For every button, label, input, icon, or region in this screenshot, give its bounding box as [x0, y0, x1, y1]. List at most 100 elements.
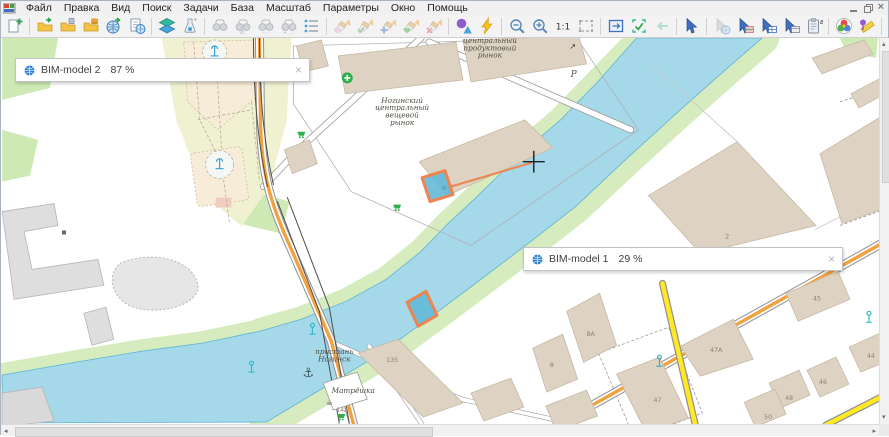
toolbar-list-button[interactable]: [300, 16, 323, 37]
menu-item-9[interactable]: Окно: [385, 1, 421, 15]
building-number: 135: [386, 357, 398, 364]
toolbar-torch-check-button: [353, 16, 376, 37]
toolbar-separator: [448, 18, 449, 35]
scroll-down-icon[interactable]: ▾: [882, 414, 886, 421]
menu-item-4[interactable]: Поиск: [136, 1, 177, 15]
toolbar-cursor-map-button[interactable]: [733, 16, 756, 37]
toolbar-bolt-button[interactable]: [475, 16, 498, 37]
toolbar-cursor-button[interactable]: [680, 16, 703, 37]
svg-text:a: a: [240, 29, 244, 35]
menu-item-1[interactable]: Файл: [20, 1, 58, 15]
svg-text:1:1: 1:1: [555, 23, 569, 33]
toolbar-legend-flask-button[interactable]: *: [178, 16, 201, 37]
toolbar-open-db-button[interactable]: [79, 16, 102, 37]
toolbar-separator: [881, 18, 882, 35]
building-number: 46: [819, 379, 827, 386]
toolbar-route-measure-button[interactable]: [855, 16, 878, 37]
toolbar-separator: [151, 18, 152, 35]
anchor-icon: ⚓: [303, 366, 315, 381]
toolbar-zoom-in-button[interactable]: [528, 16, 551, 37]
toolbar-torch-area-button: [330, 16, 353, 37]
toolbar-separator: [204, 18, 205, 35]
toolbar-separator: [600, 18, 601, 35]
toolbar-open-folder-button[interactable]: [33, 16, 56, 37]
toolbar-teal-back-button: [650, 16, 673, 37]
progress-toast-bim-model-2[interactable]: BIM-model 2 87 % ×: [15, 58, 310, 82]
map-canvas[interactable]: ⚓ ☕ ↗ центральныйпродуктовыйрынокНогинск…: [1, 38, 889, 424]
toolbar-binoculars-dots-button: …: [254, 16, 277, 37]
building-number: 8А: [586, 331, 595, 338]
scroll-left-icon[interactable]: ◂: [4, 428, 8, 435]
toolbar-teal-check-button[interactable]: [627, 16, 650, 37]
menu-item-7[interactable]: Масштаб: [260, 1, 317, 15]
toolbar-binoculars-button: [208, 16, 231, 37]
gis-application-window: { "menu": { "items": ["Файл","Правка","В…: [0, 0, 889, 435]
building-number: 8: [550, 362, 554, 369]
progress-toast-bim-model-1[interactable]: BIM-model 1 29 % ×: [523, 247, 843, 271]
building-number: 2: [725, 233, 729, 240]
toolbar-shapes-button[interactable]: [452, 16, 475, 37]
toolbar-print-button[interactable]: [885, 16, 889, 37]
menu-item-6[interactable]: База: [225, 1, 260, 15]
toast-progress: 29 %: [619, 253, 643, 265]
horizontal-scroll-thumb[interactable]: [15, 427, 433, 437]
restore-icon[interactable]: [864, 4, 871, 11]
building-number: 48: [785, 395, 793, 402]
close-icon[interactable]: ×: [295, 64, 302, 76]
toolbar-layers-button[interactable]: [155, 16, 178, 37]
menu-item-3[interactable]: Вид: [105, 1, 136, 15]
vertical-scroll-thumb[interactable]: [882, 51, 889, 183]
direction-arrow-icon: ↗: [569, 42, 576, 51]
building-number: 47А: [710, 347, 723, 354]
svg-text:*: *: [194, 18, 197, 25]
cafe-icon: ☕: [326, 398, 333, 407]
toolbar-fit-frame-button[interactable]: [604, 16, 627, 37]
toolbar-doc-globe-button[interactable]: [125, 16, 148, 37]
map-label-3: пристаньНогинск: [315, 347, 353, 363]
menu-item-8[interactable]: Параметры: [317, 1, 385, 15]
main-toolbar: * a … ‥ 1:1 a: [1, 15, 888, 38]
menu-item-10[interactable]: Помощь: [421, 1, 474, 15]
minimize-icon[interactable]: [850, 3, 857, 12]
toolbar-binoculars-a-button: a: [231, 16, 254, 37]
toolbar-cursor-globe-button: [710, 16, 733, 37]
toolbar-zoom-out-button[interactable]: [505, 16, 528, 37]
toolbar-globe-open-button[interactable]: [102, 16, 125, 37]
globe-icon: [532, 254, 543, 265]
horizontal-scrollbar[interactable]: ◂ ▸: [1, 424, 879, 436]
toolbar-cursor-table-button[interactable]: [756, 16, 779, 37]
svg-text:…: …: [262, 28, 269, 35]
scroll-up-icon[interactable]: ▴: [882, 41, 886, 48]
toolbar-one-to-one-button[interactable]: 1:1: [551, 16, 574, 37]
svg-text:a: a: [820, 19, 823, 26]
toolbar-color-wheel-button[interactable]: [832, 16, 855, 37]
toolbar-cursor-panel-button[interactable]: [779, 16, 802, 37]
toolbar-frame-button[interactable]: [574, 16, 597, 37]
building-number: 45: [813, 295, 821, 302]
toolbar-binoculars-select-button: ‥: [277, 16, 300, 37]
menu-item-2[interactable]: Правка: [58, 1, 105, 15]
toast-progress: 87 %: [111, 64, 135, 76]
building-number: 44: [867, 353, 875, 360]
toolbar-open-block-button[interactable]: [56, 16, 79, 37]
parking-label: Р: [570, 70, 578, 80]
globe-icon: [24, 65, 35, 76]
scroll-right-icon[interactable]: ▸: [872, 428, 876, 435]
svg-text:‥: ‥: [288, 30, 292, 35]
toolbar-torch-heart-button: [399, 16, 422, 37]
menu-item-5[interactable]: Задачи: [177, 1, 224, 15]
toolbar-separator: [501, 18, 502, 35]
toolbar-new-doc-button[interactable]: [3, 16, 26, 37]
close-icon[interactable]: ×: [878, 4, 884, 11]
building-number: 47: [653, 397, 661, 404]
app-icon: [3, 2, 17, 14]
pharmacy-icon: [342, 72, 353, 83]
building-number: 14А: [336, 407, 349, 414]
toolbar-separator: [326, 18, 327, 35]
toolbar-clipboard-a-button[interactable]: a: [802, 16, 825, 37]
building-number: 50: [764, 414, 772, 421]
close-icon[interactable]: ×: [828, 253, 835, 265]
toolbar-torch-plus-button: [376, 16, 399, 37]
vertical-scrollbar[interactable]: ▴ ▾: [879, 38, 889, 424]
toolbar-separator: [828, 18, 829, 35]
